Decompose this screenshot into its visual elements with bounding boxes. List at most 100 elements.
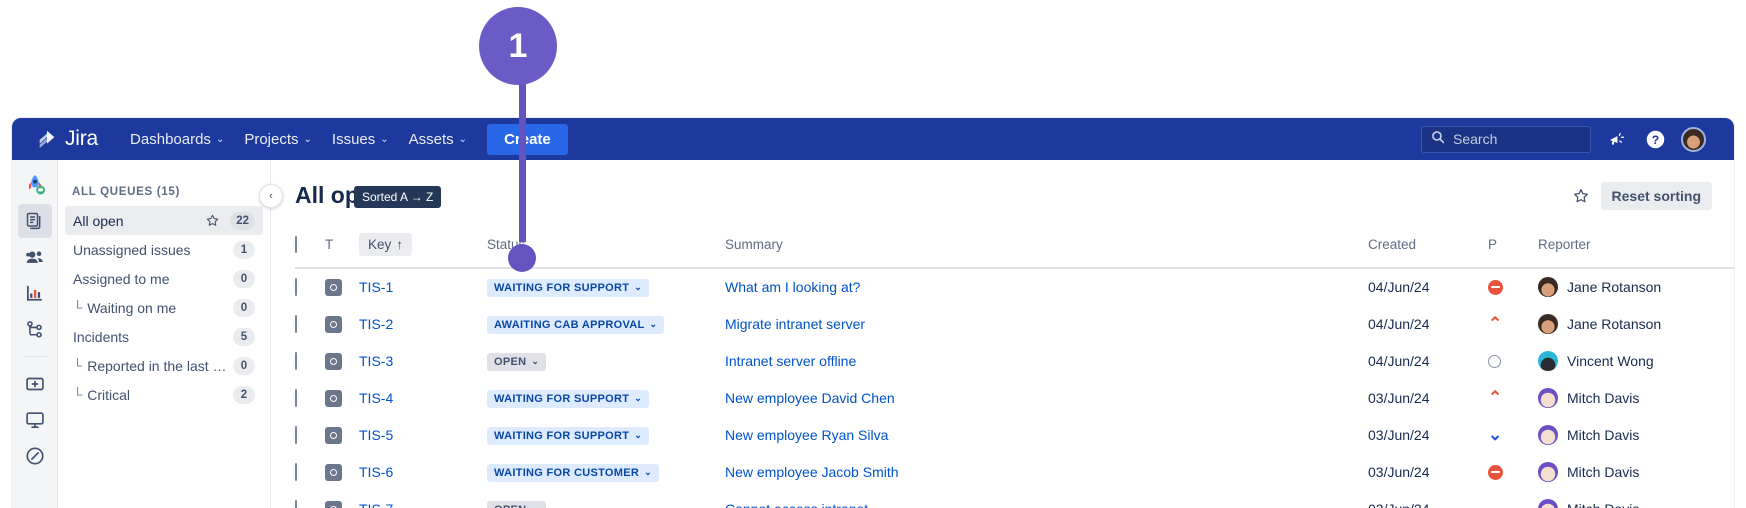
issue-summary-link[interactable]: Migrate intranet server [725,316,865,332]
col-header-summary[interactable]: Summary [725,228,1368,268]
issue-summary-link[interactable]: Cannot access intranet [725,501,868,508]
row-checkbox[interactable] [295,315,297,333]
search-input[interactable] [1453,131,1581,147]
row-summary-cell: Intranet server offline [725,343,1368,380]
table-row[interactable]: TIS-7OPEN⌄Cannot access intranet03/Jun/2… [295,491,1734,508]
table-row[interactable]: TIS-5 WAITING FOR SUPPORT⌄ New employee Ry… [295,417,1734,454]
issue-summary-link[interactable]: Intranet server offline [725,353,856,369]
status-badge[interactable]: WAITING FOR SUPPORT⌄ [487,279,649,297]
table-row[interactable]: TIS-6 WAITING FOR CUSTOMER⌄ New employee J… [295,454,1734,491]
row-checkbox[interactable] [295,389,297,407]
select-all-checkbox[interactable] [295,236,297,253]
status-badge-label: WAITING FOR SUPPORT [494,282,629,294]
status-badge[interactable]: OPEN⌄ [487,501,546,508]
queue-item-incidents[interactable]: Incidents 5 [65,322,263,351]
row-status-cell: OPEN⌄ [487,491,725,508]
queue-item-all-open[interactable]: All open 22 [65,206,263,235]
status-badge[interactable]: WAITING FOR CUSTOMER⌄ [487,464,659,482]
issue-key-link[interactable]: TIS-3 [359,353,393,369]
collapse-sidebar-button[interactable]: ‹ [259,184,283,208]
col-header-type[interactable]: T [325,228,359,268]
issue-summary-link[interactable]: New employee Ryan Silva [725,427,888,443]
create-button[interactable]: Create [487,124,568,155]
row-checkbox[interactable] [295,426,297,444]
issue-type-icon [325,390,342,407]
subqueue-arrow-icon: └ [73,300,82,315]
row-created-cell: 04/Jun/24 [1368,306,1488,343]
project-rocket-icon[interactable] [18,168,52,202]
col-header-created[interactable]: Created [1368,228,1488,268]
star-icon[interactable] [205,213,220,228]
row-checkbox[interactable] [295,463,297,481]
help-icon[interactable]: ? [1643,127,1667,151]
channels-icon[interactable] [18,312,52,346]
status-badge-label: WAITING FOR CUSTOMER [494,467,639,479]
portal-screen-icon[interactable] [18,403,52,437]
priority-wrap [1488,280,1538,295]
status-badge-label: WAITING FOR SUPPORT [494,393,629,405]
priority-wrap [1488,427,1538,443]
queue-item-reported-in-last-60[interactable]: └ Reported in the last 60 ... 0 [65,351,263,380]
reset-sorting-button[interactable]: Reset sorting [1601,182,1712,210]
row-summary-cell: New employee Jacob Smith [725,454,1368,491]
chevron-down-icon: ⌄ [304,134,312,145]
queue-item-unassigned-issues[interactable]: Unassigned issues 1 [65,235,263,264]
row-checkbox-cell [295,380,325,417]
nav-projects[interactable]: Projects ⌄ [234,124,322,155]
row-checkbox[interactable] [295,278,297,296]
avatar [1538,388,1558,408]
reporter: Mitch Davis [1538,499,1734,508]
status-badge[interactable]: WAITING FOR SUPPORT⌄ [487,427,649,445]
row-created-cell: 03/Jun/24 [1368,454,1488,491]
chevron-down-icon: ⌄ [380,134,388,145]
reports-icon[interactable] [18,276,52,310]
issue-key-link[interactable]: TIS-6 [359,464,393,480]
queues-sidebar: ALL QUEUES (15) All open 22 Unassigned i… [58,160,271,508]
queues-icon[interactable] [18,204,52,238]
queue-count: 1 [233,241,255,259]
col-header-checkbox [295,228,325,268]
callout-anchor-dot [508,244,536,272]
row-checkbox[interactable] [295,500,297,508]
col-header-reporter[interactable]: Reporter [1538,228,1734,268]
issue-key-link[interactable]: TIS-2 [359,316,393,332]
issue-key-link[interactable]: TIS-5 [359,427,393,443]
row-checkbox[interactable] [295,352,297,370]
jira-app-window: Jira Dashboards ⌄ Projects ⌄ Issues ⌄ As… [12,118,1734,508]
table-row[interactable]: TIS-4 WAITING FOR SUPPORT⌄ New employee Da… [295,380,1734,417]
status-badge[interactable]: AWAITING CAB APPROVAL⌄ [487,316,664,334]
status-badge[interactable]: WAITING FOR SUPPORT⌄ [487,390,649,408]
global-search[interactable] [1421,126,1591,153]
table-row[interactable]: TIS-2 AWAITING CAB APPROVAL⌄ Migrate intra… [295,306,1734,343]
compass-icon[interactable] [18,439,52,473]
issue-key-link[interactable]: TIS-4 [359,390,393,406]
star-icon[interactable] [1567,182,1595,210]
profile-avatar[interactable] [1681,127,1706,152]
queue-item-assigned-to-me[interactable]: Assigned to me 0 [65,264,263,293]
nav-issues[interactable]: Issues ⌄ [322,124,399,155]
issue-key-link[interactable]: TIS-1 [359,279,393,295]
row-reporter-cell: Mitch Davis [1538,491,1734,508]
sort-by-key-button[interactable]: Key ↑ [359,233,412,256]
nav-assets[interactable]: Assets ⌄ [399,124,477,155]
people-icon[interactable] [18,240,52,274]
queue-item-critical[interactable]: └ Critical 2 [65,380,263,409]
chevron-down-icon: ⌄ [650,319,658,330]
megaphone-icon[interactable] [1605,127,1629,151]
issue-key-link[interactable]: TIS-7 [359,501,393,508]
issue-summary-link[interactable]: New employee Jacob Smith [725,464,899,480]
add-widget-icon[interactable] [18,367,52,401]
nav-dashboards[interactable]: Dashboards ⌄ [120,124,234,155]
priority-wrap [1488,501,1538,508]
jira-logo[interactable]: Jira [24,127,98,151]
issue-summary-link[interactable]: New employee David Chen [725,390,895,406]
table-row[interactable]: TIS-1 WAITING FOR SUPPORT⌄ What am I looki… [295,268,1734,306]
table-row[interactable]: TIS-3OPEN⌄Intranet server offline04/Jun/… [295,343,1734,380]
queue-label: Assigned to me [73,271,233,287]
row-type-cell [325,417,359,454]
status-badge[interactable]: OPEN⌄ [487,353,546,371]
queue-item-waiting-on-me[interactable]: └ Waiting on me 0 [65,293,263,322]
issue-summary-link[interactable]: What am I looking at? [725,279,860,295]
issue-type-icon [325,279,342,296]
col-header-priority[interactable]: P [1488,228,1538,268]
